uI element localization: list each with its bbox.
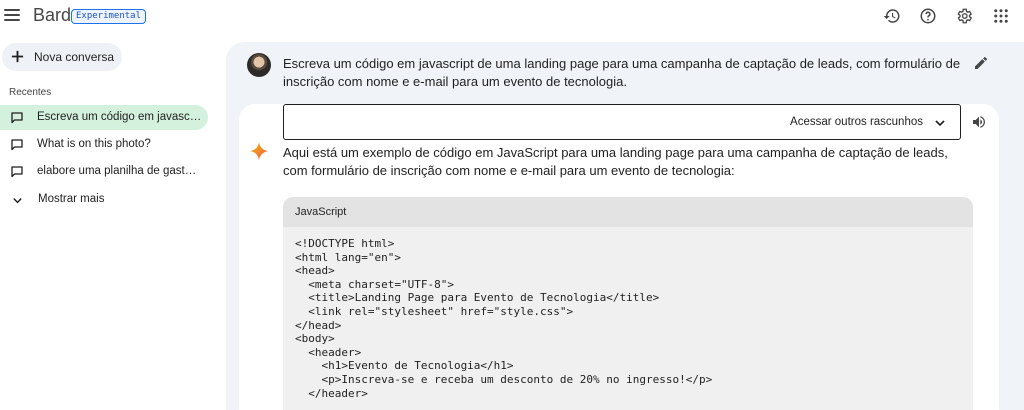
new-chat-label: Nova conversa (34, 50, 115, 64)
recent-heading: Recentes (9, 87, 52, 98)
show-more-button[interactable]: Mostrar mais (0, 188, 208, 212)
chevron-down-icon (13, 198, 22, 204)
code-language-label: JavaScript (295, 206, 347, 218)
code-content[interactable]: <!DOCTYPE html> <html lang="en"> <head> … (295, 237, 965, 400)
new-chat-button[interactable]: Nova conversa (2, 43, 122, 71)
user-avatar (247, 53, 271, 77)
code-line: <h1>Evento de Tecnologia</h1> (295, 359, 514, 373)
chat-bubble-icon (11, 139, 23, 151)
code-line: <title>Landing Page para Evento de Tecno… (295, 291, 660, 305)
sidebar-chat-item[interactable]: Escreva um código em javascript de uma l… (0, 105, 208, 130)
code-block: JavaScript <!DOCTYPE html> <html lang="e… (283, 197, 973, 410)
sidebar: Nova conversa Recentes Escreva um código… (0, 34, 226, 410)
conversation-panel: Escreva um código em javascript de uma l… (226, 42, 1024, 410)
experimental-badge: Experimental (71, 9, 147, 24)
brand-title: Bard (33, 5, 72, 25)
history-icon[interactable] (883, 7, 901, 25)
sidebar-chat-label: Escreva um código em javascript de uma l… (37, 111, 202, 123)
settings-icon[interactable] (955, 7, 973, 25)
show-more-label: Mostrar mais (38, 193, 105, 205)
chat-bubble-icon (11, 166, 23, 178)
drafts-selector[interactable]: Acessar outros rascunhos (283, 104, 961, 140)
code-line: <!DOCTYPE html> (295, 237, 395, 250)
code-line: </head> (295, 318, 342, 332)
menu-icon[interactable] (4, 6, 22, 24)
user-prompt: Escreva um código em javascript de uma l… (283, 56, 961, 89)
sidebar-chat-label: elabore uma planilha de gastos mensais (37, 165, 202, 177)
chat-bubble-icon (11, 112, 23, 124)
help-icon[interactable] (919, 7, 937, 25)
code-line: <meta charset="UTF-8"> (295, 277, 454, 291)
response-card: Acessar outros rascunhos Aqui está um ex… (239, 104, 999, 410)
top-bar: Bard Experimental (0, 0, 1024, 34)
code-header: JavaScript (283, 197, 973, 227)
code-line: <header> (295, 345, 362, 359)
code-line: <html lang="en"> (295, 250, 401, 264)
apps-icon[interactable] (992, 7, 1010, 25)
sidebar-chat-item[interactable]: What is on this photo? (0, 132, 208, 157)
edit-icon[interactable] (973, 55, 989, 71)
response-text: Aqui está um exemplo de código em JavaSc… (283, 145, 948, 178)
code-line: <link rel="stylesheet" href="style.css"> (295, 304, 574, 318)
code-line: </header> (295, 386, 368, 400)
plus-icon (11, 50, 24, 63)
chevron-down-icon (935, 120, 945, 127)
sidebar-chat-item[interactable]: elabore uma planilha de gastos mensais (0, 159, 208, 184)
speaker-icon[interactable] (971, 114, 987, 130)
drafts-label: Acessar outros rascunhos (790, 116, 923, 128)
sidebar-chat-label: What is on this photo? (37, 138, 151, 150)
code-line: <p>Inscreva-se e receba um desconto de 2… (295, 372, 713, 386)
bard-sparkle-icon (249, 141, 269, 161)
code-line: <head> (295, 264, 335, 278)
code-line: <body> (295, 332, 335, 346)
